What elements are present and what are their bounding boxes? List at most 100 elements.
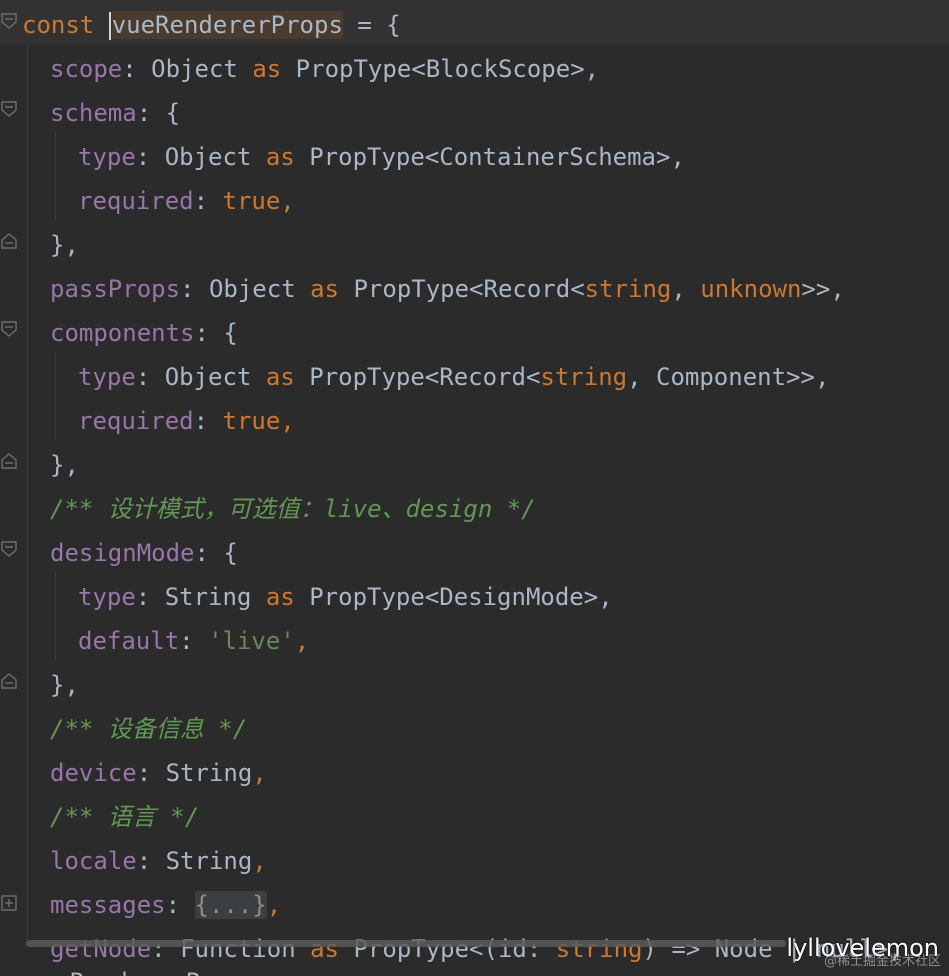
code-text: : [179, 627, 209, 655]
code-line[interactable]: }, [50, 663, 79, 707]
comment-token: /** 设备信息 */ [50, 715, 248, 743]
code-line[interactable]: messages: {...}, [50, 883, 281, 927]
code-text: : [122, 55, 152, 83]
property-token: components [50, 319, 195, 347]
property-token: type [78, 143, 136, 171]
keyword-token: as [252, 55, 282, 83]
code-line[interactable]: /** 设计模式，可选值：live、design */ [50, 487, 536, 531]
type-token: Object [208, 275, 311, 303]
code-line[interactable]: }, [50, 223, 79, 267]
comment-token: /** 设计模式，可选值：live、design */ [50, 495, 536, 523]
property-token: device [50, 759, 137, 787]
keyword-token: as [265, 143, 295, 171]
type-token: Object [164, 143, 266, 171]
code-text: : [193, 407, 223, 435]
fold-open-icon[interactable] [0, 540, 18, 558]
code-text: : { [194, 539, 238, 567]
code-text: : [136, 759, 166, 787]
folded-region[interactable]: {...} [194, 891, 267, 919]
code-text: PropType<ContainerSchema>, [294, 143, 685, 171]
keyword-token: const [22, 11, 95, 39]
code-text: : [180, 275, 209, 303]
fold-expand-icon[interactable] [0, 894, 18, 912]
code-text: , [671, 275, 701, 303]
code-line[interactable]: /** 语言 */ [50, 795, 199, 839]
keyword-token: as [310, 275, 340, 303]
keyword-token: string [540, 363, 628, 391]
indent-guide [55, 132, 56, 220]
type-token: String [165, 759, 253, 787]
code-line[interactable]: }, [50, 443, 79, 487]
property-token: schema [50, 99, 137, 127]
code-text: PropType<Record< [339, 275, 585, 303]
code-text: : [136, 847, 166, 875]
keyword-token: true [222, 407, 281, 435]
code-text: }, [50, 231, 79, 259]
code-line[interactable]: device: String, [50, 751, 267, 795]
indent-guide [55, 572, 56, 660]
fold-open-icon[interactable] [0, 100, 18, 118]
code-line[interactable]: /** 设备信息 */ [50, 707, 247, 751]
type-token: String [165, 847, 253, 875]
code-text: }, [50, 671, 79, 699]
watermark-sub: @稀土掘金技术社区 [823, 954, 941, 969]
code-editor[interactable]: const vueRendererProps = { scope: Object… [0, 0, 949, 976]
code-text: : [135, 583, 165, 611]
code-text: , [294, 627, 310, 655]
keyword-token: string [584, 275, 672, 303]
code-line[interactable]: required: true, [78, 179, 295, 223]
code-line[interactable]: RendererProps [70, 960, 258, 976]
indent-guide [55, 352, 56, 440]
fold-open-icon[interactable] [0, 12, 18, 30]
code-line[interactable]: passProps: Object as PropType<Record<str… [50, 267, 845, 311]
keyword-token: as [265, 583, 295, 611]
fold-close-icon[interactable] [0, 452, 18, 470]
code-text: : { [136, 99, 181, 127]
code-line[interactable]: scope: Object as PropType<BlockScope>, [50, 47, 599, 91]
code-text: : [165, 891, 195, 919]
identifier-token: vueRendererProps [111, 11, 343, 39]
comment-token: /** 语言 */ [50, 803, 200, 831]
code-text: = { [342, 11, 401, 39]
code-line[interactable]: type: Object as PropType<ContainerSchema… [78, 135, 685, 179]
code-line[interactable]: type: String as PropType<DesignMode>, [78, 575, 613, 619]
code-line[interactable]: default: 'live', [78, 619, 309, 663]
property-token: type [78, 363, 136, 391]
code-line[interactable]: designMode: { [50, 531, 238, 575]
code-line[interactable]: type: Object as PropType<Record<string, … [78, 355, 829, 399]
code-line[interactable]: schema: { [50, 91, 180, 135]
property-token: messages [50, 891, 166, 919]
horizontal-scrollbar[interactable] [26, 940, 786, 947]
keyword-token: as [265, 363, 295, 391]
code-text: , [252, 759, 267, 787]
code-text: : [135, 363, 165, 391]
property-token: required [78, 407, 194, 435]
code-text: RendererProps [70, 968, 258, 976]
code-text: , [280, 187, 295, 215]
indent-guide [27, 44, 28, 944]
code-text: , [252, 847, 267, 875]
property-token: scope [50, 55, 123, 83]
code-line[interactable]: locale: String, [50, 839, 267, 883]
code-line[interactable]: required: true, [78, 399, 295, 443]
code-text: , Component>>, [627, 363, 830, 391]
fold-close-icon[interactable] [0, 232, 18, 250]
code-line[interactable]: const vueRendererProps = { [22, 3, 401, 47]
code-text: , [280, 407, 295, 435]
code-text: >>, [801, 275, 845, 303]
keyword-token: true [222, 187, 281, 215]
type-token: String [164, 583, 266, 611]
type-token: Object [164, 363, 266, 391]
property-token: locale [50, 847, 137, 875]
property-token: required [78, 187, 194, 215]
text-caret [108, 12, 111, 40]
property-token: type [78, 583, 136, 611]
property-token: designMode [50, 539, 195, 567]
code-text: PropType<BlockScope>, [281, 55, 600, 83]
fold-close-icon[interactable] [0, 672, 18, 690]
fold-open-icon[interactable] [0, 320, 18, 338]
code-line[interactable]: components: { [50, 311, 238, 355]
keyword-token: unknown [700, 275, 802, 303]
code-text: }, [50, 451, 79, 479]
property-token: default [78, 627, 180, 655]
